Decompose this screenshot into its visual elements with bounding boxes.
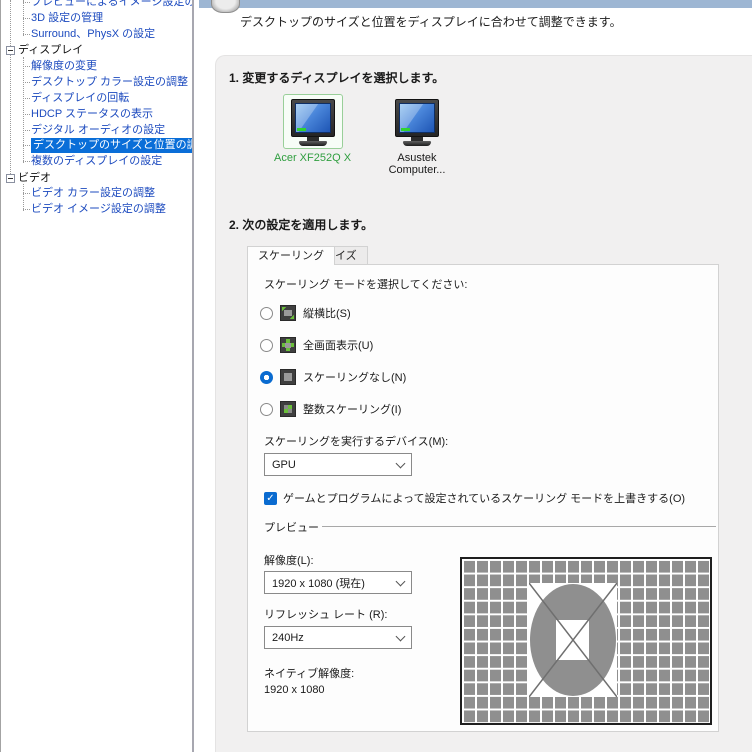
sidebar-item-change-resolution[interactable]: 解像度の変更	[1, 59, 97, 74]
monitor-base	[403, 141, 431, 146]
radio-no-scaling[interactable]: スケーリングなし(N)	[260, 368, 406, 386]
section2-title: 2. 次の設定を適用します。	[229, 218, 374, 232]
monitor-base	[298, 141, 327, 146]
preview-group-label: プレビュー	[264, 522, 319, 534]
integer-scaling-icon	[280, 401, 296, 417]
no-scaling-icon	[280, 369, 296, 385]
fullscreen-icon	[280, 337, 296, 353]
display-item-acer[interactable]: Acer XF252Q X	[274, 94, 351, 164]
radio-icon[interactable]	[260, 402, 273, 416]
settings-panel: 1. 変更するディスプレイを選択します。 Acer XF252Q X Asust…	[215, 55, 752, 752]
sidebar-item-video-image[interactable]: ビデオ イメージ設定の調整	[1, 202, 166, 217]
display-name: Acer XF252Q X	[274, 152, 352, 164]
radio-integer-scaling[interactable]: 整数スケーリング(I)	[260, 400, 401, 418]
scaling-device-label: スケーリングを実行するデバイス(M):	[264, 436, 449, 448]
native-resolution-label: ネイティブ解像度:	[264, 668, 355, 680]
pattern-x-lines	[529, 583, 617, 697]
scaling-device-select[interactable]: GPU	[264, 453, 412, 476]
preview-group-line	[322, 526, 716, 527]
aspect-ratio-icon	[280, 305, 296, 321]
monitor-taskbar	[401, 128, 410, 131]
radio-icon[interactable]	[260, 306, 273, 320]
monitor-icon	[395, 99, 439, 137]
override-scaling-checkbox-row[interactable]: ゲームとプログラムによって設定されているスケーリング モードを上書きする(O)	[264, 490, 685, 506]
display-selection-frame	[387, 94, 447, 149]
chevron-down-icon	[395, 458, 406, 468]
sidebar-item-surround-physx[interactable]: Surround、PhysX の設定	[1, 27, 155, 42]
pattern-center-square	[529, 583, 617, 697]
refresh-rate-select[interactable]: 240Hz	[264, 626, 412, 649]
radio-fullscreen[interactable]: 全画面表示(U)	[260, 336, 373, 354]
nvidia-control-panel-window: プレビューによるイメージ設定の調整 3D 設定の管理 Surround、Phys…	[0, 0, 752, 752]
sidebar-item-multiple-displays[interactable]: 複数のディスプレイの設定	[1, 154, 162, 169]
sidebar-item-desktop-size-position[interactable]: デスクトップのサイズと位置の調整	[1, 138, 193, 153]
collapse-icon[interactable]	[6, 174, 15, 183]
chevron-down-icon	[395, 576, 406, 586]
sidebar-item-digital-audio[interactable]: デジタル オーディオの設定	[1, 123, 165, 138]
resolution-label: 解像度(L):	[264, 555, 314, 567]
scaling-tab-panel: スケーリング モードを選択してください: 縦横比(S) 全画面表示(U) スケー…	[247, 264, 719, 732]
monitor-taskbar	[296, 128, 306, 131]
resolution-select[interactable]: 1920 x 1080 (現在)	[264, 571, 412, 594]
sidebar-category-video[interactable]: ビデオ	[1, 171, 51, 186]
sidebar-item-desktop-color[interactable]: デスクトップ カラー設定の調整	[1, 75, 188, 90]
settings-tree: プレビューによるイメージ設定の調整 3D 設定の管理 Surround、Phys…	[0, 0, 193, 752]
header-bar	[199, 0, 752, 8]
scaling-mode-prompt: スケーリング モードを選択してください:	[264, 279, 468, 291]
sidebar-item-video-color[interactable]: ビデオ カラー設定の調整	[1, 186, 155, 201]
sidebar-item-3d-settings-manage[interactable]: 3D 設定の管理	[1, 11, 103, 26]
monitor-icon	[290, 99, 335, 137]
display-item-asustek[interactable]: Asustek Computer...	[374, 94, 460, 176]
monitor-screen	[294, 103, 331, 133]
sidebar-item-hdcp-status[interactable]: HDCP ステータスの表示	[1, 107, 153, 122]
display-selection-frame	[282, 94, 343, 149]
monitor-icon-partial	[211, 0, 240, 13]
sidebar-category-display[interactable]: ディスプレイ	[1, 43, 83, 58]
page-description: デスクトップのサイズと位置をディスプレイに合わせて調整できます。	[240, 15, 622, 29]
monitor-screen	[399, 103, 435, 133]
refresh-rate-label: リフレッシュ レート (R):	[264, 609, 388, 621]
display-name: Asustek Computer...	[388, 152, 446, 176]
radio-aspect-ratio[interactable]: 縦横比(S)	[260, 304, 351, 322]
checkbox-checked-icon[interactable]	[264, 491, 277, 505]
sidebar-item-display-rotation[interactable]: ディスプレイの回転	[1, 91, 129, 106]
tab-scaling[interactable]: スケーリング	[247, 246, 335, 265]
collapse-icon[interactable]	[6, 46, 15, 55]
sidebar-item-preview-image-settings[interactable]: プレビューによるイメージ設定の調整	[1, 0, 193, 10]
chevron-down-icon	[395, 631, 406, 641]
native-resolution-value: 1920 x 1080	[264, 684, 325, 696]
radio-icon[interactable]	[260, 338, 273, 352]
scaling-preview-pattern	[460, 557, 712, 725]
content-pane: デスクトップのサイズと位置をディスプレイに合わせて調整できます。 1. 変更する…	[199, 0, 752, 752]
section1-title: 1. 変更するディスプレイを選択します。	[229, 71, 445, 85]
radio-icon-selected[interactable]	[260, 370, 273, 384]
